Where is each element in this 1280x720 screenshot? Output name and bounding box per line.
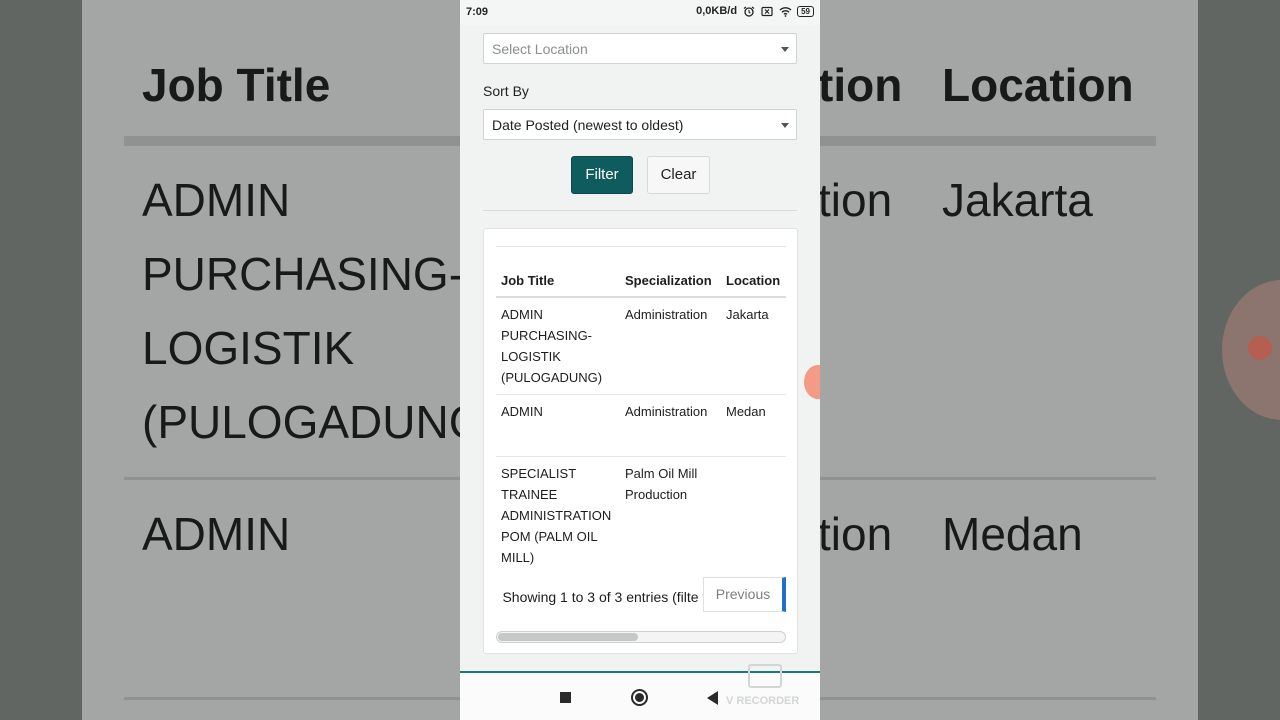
alarm-icon [743,6,755,17]
status-icons: 0,0KB/d 59 [696,5,814,17]
previous-page-button[interactable]: Previous [703,577,786,612]
table-row: ADMIN PURCHASING-LOGISTIK (PULOGADUNG) A… [496,297,786,395]
location-cell [721,457,786,575]
card-top-divider [496,246,786,247]
bg-row1-title-line4: (PULOGADUNG [142,396,485,448]
table-row: SPECIALIST TRAINEE ADMINISTRATION POM (P… [496,457,786,575]
chevron-down-icon [781,47,789,52]
battery-icon: 59 [797,5,814,17]
screen-recorder-bubble[interactable] [804,365,820,399]
job-title-cell[interactable]: ADMIN [496,394,620,457]
location-cell: Medan [721,394,786,457]
results-card: Job Title Specialization Location ADMIN … [483,228,798,654]
location-cell: Jakarta [721,297,786,395]
bg-recorder-dot [1248,336,1272,360]
bg-row1-title-line1: ADMIN [142,174,291,226]
bg-row1-specialization: tion [818,174,893,226]
specialization-cell: Administration [620,297,721,395]
video-recorder-icon [748,664,782,688]
bg-row1-title-line2: PURCHASING- [142,248,465,300]
bg-header-job-title: Job Title [142,59,331,111]
filter-button[interactable]: Filter [571,156,633,194]
table-row: ADMIN Administration Medan [496,394,786,457]
wifi-icon [779,6,792,17]
network-speed: 0,0KB/d [696,5,738,17]
bg-header-location: Location [942,59,1134,111]
scrollbar-thumb[interactable] [498,633,638,641]
back-icon[interactable] [707,691,718,705]
column-header-specialization[interactable]: Specialization [620,265,721,298]
bg-row1-title-line3: LOGISTIK [142,322,355,374]
status-time: 7:09 [466,6,489,18]
phone-screen: 7:09 0,0KB/d 59 Select Location Sort By … [460,0,820,720]
clear-button[interactable]: Clear [647,156,710,194]
sort-select[interactable]: Date Posted (newest to oldest) [483,109,797,140]
job-title-cell[interactable]: ADMIN PURCHASING-LOGISTIK (PULOGADUNG) [496,297,620,395]
recorder-watermark: V RECORDER [726,662,810,712]
bg-row2-location: Medan [942,508,1083,560]
location-select[interactable]: Select Location [483,33,797,64]
specialization-cell: Administration [620,394,721,457]
home-icon[interactable] [631,689,648,706]
bg-row1-location: Jakarta [942,174,1093,226]
bg-row2-specialization: tion [818,508,893,560]
chevron-down-icon [781,123,789,128]
specialization-cell: Palm Oil Mill Production [625,466,698,502]
section-divider [483,210,797,211]
status-bar: 7:09 0,0KB/d 59 [460,0,820,25]
bg-header-specialization: tion [818,59,903,111]
sim-off-icon [761,6,773,17]
column-header-location[interactable]: Location [721,265,786,298]
job-title-cell[interactable]: SPECIALIST TRAINEE ADMINISTRATION POM (P… [496,457,620,575]
location-select-placeholder: Select Location [492,41,588,57]
recent-apps-icon[interactable] [560,692,571,703]
page-content: Select Location Sort By Date Posted (new… [460,25,820,671]
bg-row2-title: ADMIN [142,508,291,560]
column-header-job-title[interactable]: Job Title [496,265,620,298]
jobs-table: Job Title Specialization Location ADMIN … [496,265,786,574]
watermark-text: V RECORDER [726,695,800,707]
sort-select-value: Date Posted (newest to oldest) [492,117,684,133]
sort-by-label: Sort By [483,83,529,99]
horizontal-scrollbar[interactable] [496,631,786,643]
table-header-row: Job Title Specialization Location [496,265,786,298]
